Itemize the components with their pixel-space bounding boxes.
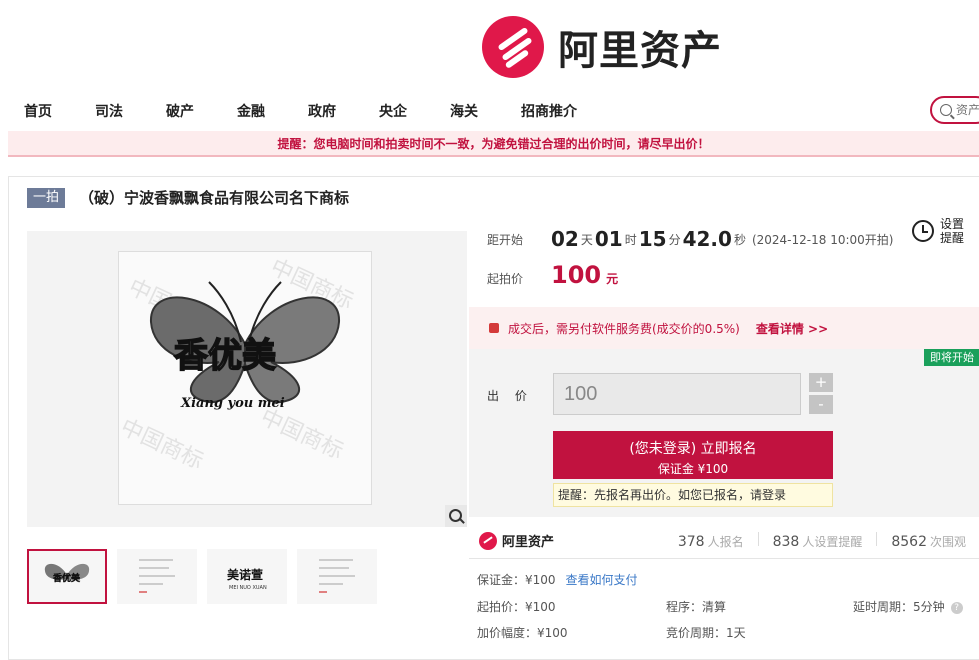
countdown-hours: 01: [594, 227, 623, 251]
countdown-minutes-unit: 分: [668, 232, 681, 247]
search-input[interactable]: [956, 103, 979, 117]
procedure-info: 程序：清算: [666, 600, 727, 614]
search-icon: [940, 104, 952, 116]
nav-item-central-enterprise[interactable]: 央企: [379, 101, 426, 121]
page-title: （破）宁波香飘飘食品有限公司名下商标: [79, 189, 350, 207]
thumbnail-1[interactable]: 香优美: [27, 549, 107, 604]
register-button-label: (您未登录) 立即报名: [629, 441, 757, 457]
trademark-graphic: 中国商标 中国商标 中国商标 中国商标 香优美 Xiang you mei: [116, 255, 356, 475]
stats: 378 人报名 838 人设置提醒 8562 次围观: [677, 531, 966, 550]
service-fee-notice: 成交后，需另付软件服务费(成交价的0.5%) 查看详情 >>: [469, 307, 979, 349]
thumbnail-strip: 香优美 美诺萱 MEI NUO XUAN: [27, 549, 387, 604]
reminder-label: 人设置提醒: [802, 534, 863, 549]
countdown-days: 02: [551, 227, 579, 251]
thumbnail-4[interactable]: [297, 549, 377, 604]
gift-icon: [489, 323, 499, 333]
thumbnail-label: 美诺萱: [227, 567, 263, 582]
start-price-unit: 元: [606, 272, 619, 286]
watermark-text: 中国商标: [256, 405, 346, 465]
trademark-pinyin-text: Xiang you mei: [180, 396, 285, 411]
brand-name: 阿里资产: [502, 535, 555, 550]
service-fee-text: 成交后，需另付软件服务费(成交价的0.5%): [508, 321, 740, 336]
register-deposit-label: 保证金 ¥100: [657, 462, 729, 476]
zoom-icon[interactable]: [445, 505, 467, 527]
countdown-seconds-unit: 秒: [733, 232, 746, 247]
register-button[interactable]: (您未登录) 立即报名 保证金 ¥100: [553, 431, 833, 479]
countdown-seconds: 42.0: [682, 227, 732, 251]
nav-item-investment[interactable]: 招商推介: [521, 101, 577, 121]
watermark-text: 中国商标: [119, 415, 207, 475]
bid-stepper: + -: [809, 373, 833, 417]
start-price-value: 100: [551, 261, 602, 289]
signup-label: 人报名: [707, 534, 744, 549]
start-price: 起拍价 100 元: [469, 261, 618, 289]
thumbnail-label: 香优美: [52, 572, 81, 584]
delay-period-info: 延时周期：5分钟?: [853, 598, 963, 615]
increment-info: 加价幅度：¥100: [477, 626, 568, 640]
search-box[interactable]: [930, 96, 979, 124]
auction-card: 一拍 （破）宁波香飘飘食品有限公司名下商标 中国商标 中国商标 中国商标 中国商…: [8, 176, 979, 660]
start-price-info: 起拍价：¥100: [477, 600, 556, 614]
nav-item-home[interactable]: 首页: [24, 101, 71, 121]
countdown-days-unit: 天: [580, 232, 593, 247]
status-badge: 即将开始: [924, 349, 979, 366]
reminder-count: 838: [772, 533, 800, 550]
nav-item-finance[interactable]: 金融: [237, 101, 284, 121]
auction-round-tag: 一拍: [27, 187, 66, 208]
delay-period-text: 延时周期：5分钟: [853, 600, 945, 614]
trademark-image: 中国商标 中国商标 中国商标 中国商标 香优美 Xiang you mei: [116, 251, 372, 505]
bid-panel: 即将开始 出 价 + - (您未登录) 立即报名 保证金 ¥100 提醒：先报名…: [469, 349, 979, 517]
decrease-bid-button[interactable]: -: [809, 395, 833, 414]
view-label: 次围观: [929, 534, 966, 549]
start-time-note: (2024-12-18 10:00开拍): [751, 232, 894, 247]
main-nav: 首页 司法 破产 金融 政府 央企 海关 招商推介: [0, 96, 979, 126]
fee-details-link[interactable]: 查看详情 >>: [756, 320, 828, 337]
deposit-info: 保证金：¥100 查看如何支付: [477, 571, 638, 588]
thumbnail-2[interactable]: [117, 549, 197, 604]
deposit-text: 保证金：¥100: [477, 573, 556, 587]
bid-cycle-info: 竞价周期：1天: [666, 626, 746, 640]
increase-bid-button[interactable]: +: [809, 373, 833, 392]
set-reminder-button[interactable]: 设置提醒: [912, 217, 966, 245]
logo-text: 阿里资产: [558, 28, 722, 74]
title-row: 一拍 （破）宁波香飘飘食品有限公司名下商标: [27, 187, 349, 208]
countdown-hours-unit: 时: [624, 232, 637, 247]
help-icon[interactable]: ?: [950, 601, 963, 614]
logo-icon: [482, 16, 544, 78]
set-reminder-label: 设置提醒: [940, 217, 965, 245]
start-price-label: 起拍价: [487, 272, 524, 286]
time-warning-banner: 提醒：您电脑时间和拍卖时间不一致，为避免错过合理的出价时间，请尽早出价！: [8, 131, 979, 157]
thumbnail-sub-label: MEI NUO XUAN: [229, 585, 267, 591]
stats-header: 阿里资产 378 人报名 838 人设置提醒 8562 次围观: [469, 523, 979, 559]
bid-label: 出 价: [487, 389, 533, 403]
trademark-brand-text: 香优美: [174, 336, 276, 376]
nav-item-customs[interactable]: 海关: [450, 101, 497, 121]
nav-item-bankruptcy[interactable]: 破产: [166, 101, 213, 121]
view-count: 8562: [891, 533, 927, 550]
site-logo[interactable]: 阿里资产: [482, 16, 722, 78]
nav-item-judicial[interactable]: 司法: [95, 101, 142, 121]
countdown-minutes: 15: [638, 227, 667, 251]
countdown-label: 距开始: [487, 232, 524, 247]
thumbnail-3[interactable]: 美诺萱 MEI NUO XUAN: [207, 549, 287, 604]
bid-amount-input[interactable]: [553, 373, 801, 415]
main-image[interactable]: 中国商标 中国商标 中国商标 中国商标 香优美 Xiang you mei: [27, 231, 467, 527]
countdown: 距开始 02 天 01 时 15 分 42.0 秒 (2024-12-18 10…: [469, 219, 905, 259]
nav-item-government[interactable]: 政府: [308, 101, 355, 121]
alarm-clock-icon: [912, 220, 934, 242]
signup-count: 378: [677, 533, 705, 550]
brand-logo-icon: [479, 531, 497, 550]
how-to-pay-link[interactable]: 查看如何支付: [566, 573, 638, 587]
login-tip: 提醒：先报名再出价。如您已报名，请登录: [553, 483, 833, 507]
